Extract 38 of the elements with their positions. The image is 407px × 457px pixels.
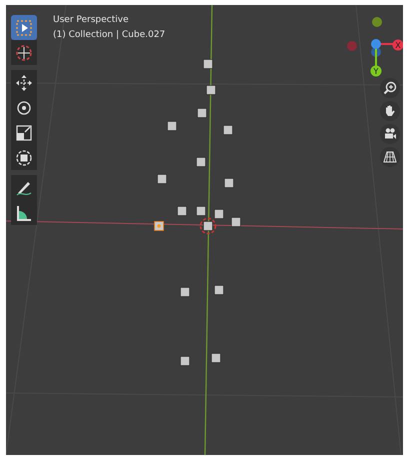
cube[interactable] [203, 59, 213, 69]
ruler-icon [15, 204, 33, 222]
move-arrows-icon [15, 74, 33, 92]
rotate-icon [15, 98, 33, 116]
tool-button[interactable] [11, 15, 37, 40]
transform-icon [15, 148, 33, 166]
navigation-button[interactable] [380, 78, 400, 98]
3d-viewport[interactable]: User Perspective (1) Collection | Cube.027 X Y [6, 5, 403, 455]
tool-button[interactable] [11, 145, 37, 170]
axis-gizmo[interactable]: X Y [341, 13, 403, 85]
select-box-icon [15, 18, 33, 36]
cube[interactable] [180, 356, 190, 366]
3d-cursor [200, 218, 216, 234]
cube[interactable] [196, 157, 206, 167]
cube[interactable] [214, 285, 224, 295]
tool-button[interactable] [11, 200, 37, 225]
cube[interactable] [180, 287, 190, 297]
camera-icon [383, 127, 397, 141]
tool-button[interactable] [11, 175, 37, 200]
tool-button[interactable] [11, 70, 37, 95]
cube[interactable] [197, 108, 207, 118]
cube[interactable] [167, 121, 177, 131]
cube[interactable] [211, 353, 221, 363]
navigation-button[interactable] [380, 124, 400, 144]
navigation-button[interactable] [380, 147, 400, 167]
navigation-button[interactable] [380, 101, 400, 121]
grid-icon [383, 150, 397, 164]
scale-icon [15, 124, 33, 142]
view-name: User Perspective [53, 14, 130, 26]
crosshair-cursor-icon [15, 44, 33, 62]
object-info: (1) Collection | Cube.027 [53, 29, 166, 41]
cube[interactable] [223, 125, 233, 135]
cube[interactable] [224, 178, 234, 188]
tool-button[interactable] [11, 40, 37, 65]
cube[interactable] [157, 174, 167, 184]
hand-icon [383, 104, 397, 118]
cube[interactable] [206, 85, 216, 95]
zoom-icon [383, 81, 397, 95]
